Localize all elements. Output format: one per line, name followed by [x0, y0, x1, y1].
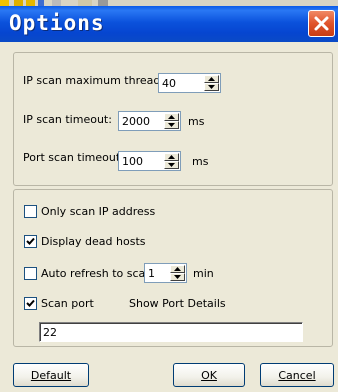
ip-timeout-spinner[interactable]: 2000: [118, 111, 181, 131]
auto-refresh-spinner[interactable]: 1: [144, 263, 187, 283]
scan-port-label[interactable]: Scan port: [41, 297, 94, 310]
close-icon: [314, 16, 329, 31]
title-bar[interactable]: Options: [0, 6, 338, 42]
ok-button-label: OK: [201, 368, 217, 382]
auto-refresh-unit: min: [193, 267, 214, 280]
auto-refresh-checkbox[interactable]: [24, 267, 37, 280]
ports-value[interactable]: 22: [43, 326, 57, 339]
ip-timeout-unit: ms: [188, 115, 205, 128]
arrow-down-icon[interactable]: [204, 83, 219, 91]
max-threads-value[interactable]: 40: [162, 77, 176, 90]
scan-port-checkbox[interactable]: [24, 297, 37, 310]
only-scan-ip-checkbox[interactable]: [24, 205, 37, 218]
options-dialog: Options IP scan maximum threads: 40 IP s…: [0, 6, 338, 392]
checkmark-icon: [26, 237, 35, 245]
arrow-down-icon[interactable]: [170, 273, 185, 281]
ok-button[interactable]: OK: [173, 363, 245, 387]
show-port-details-link[interactable]: Show Port Details: [129, 297, 226, 310]
only-scan-ip-label[interactable]: Only scan IP address: [41, 205, 155, 218]
scan-options-group: Only scan IP address Display dead hosts …: [13, 189, 333, 347]
auto-refresh-label[interactable]: Auto refresh to scan: [41, 267, 152, 280]
arrow-up-icon[interactable]: [164, 153, 179, 161]
port-timeout-unit: ms: [192, 155, 209, 168]
default-button-label: Default: [30, 368, 72, 382]
port-timeout-value[interactable]: 100: [122, 155, 143, 168]
scan-settings-group: IP scan maximum threads: 40 IP scan time…: [13, 52, 333, 186]
default-button[interactable]: Default: [13, 363, 89, 387]
close-button[interactable]: [308, 10, 335, 37]
checkmark-icon: [26, 299, 35, 307]
display-dead-hosts-label[interactable]: Display dead hosts: [41, 235, 146, 248]
ip-timeout-label: IP scan timeout:: [23, 113, 112, 126]
arrow-up-icon[interactable]: [170, 265, 185, 273]
cancel-button[interactable]: Cancel: [260, 363, 334, 387]
port-timeout-spinner[interactable]: 100: [118, 151, 181, 171]
cancel-button-label: Cancel: [278, 368, 316, 382]
arrow-up-icon[interactable]: [204, 75, 219, 83]
arrow-up-icon[interactable]: [164, 113, 179, 121]
dialog-title: Options: [9, 11, 105, 35]
arrow-down-icon[interactable]: [164, 161, 179, 169]
ip-timeout-value[interactable]: 2000: [122, 115, 150, 128]
ports-input[interactable]: 22: [39, 322, 303, 342]
auto-refresh-value[interactable]: 1: [148, 267, 155, 280]
max-threads-label: IP scan maximum threads:: [23, 74, 170, 87]
display-dead-hosts-checkbox[interactable]: [24, 235, 37, 248]
arrow-down-icon[interactable]: [164, 121, 179, 129]
port-timeout-label: Port scan timeout:: [23, 151, 124, 164]
max-threads-spinner[interactable]: 40: [158, 73, 221, 93]
